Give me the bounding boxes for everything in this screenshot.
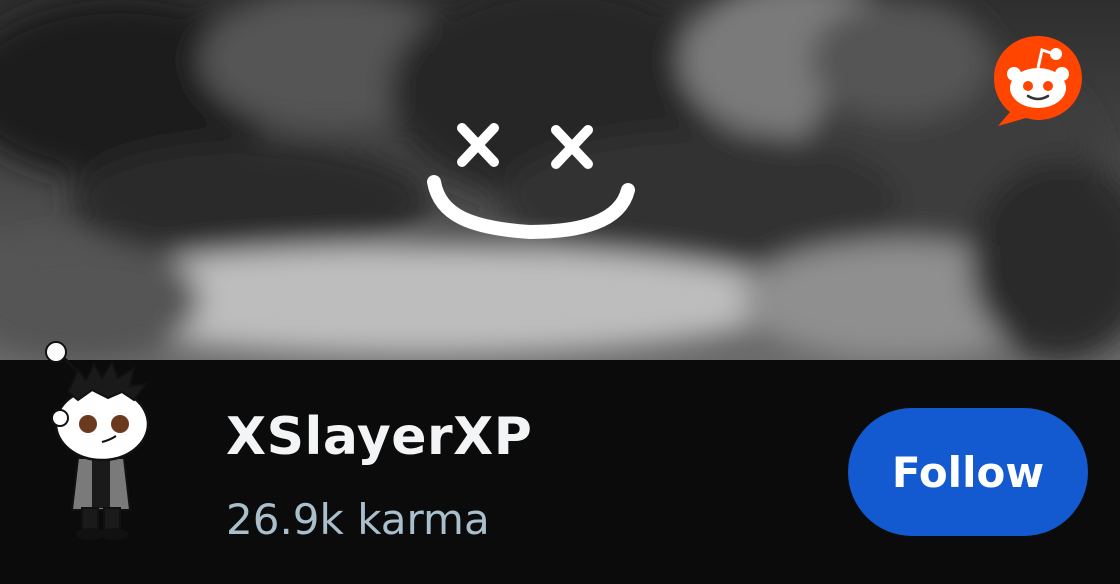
snoo-avatar-icon[interactable]: [38, 340, 168, 550]
karma-count: 26.9k karma: [226, 495, 490, 544]
profile-banner: [0, 0, 1120, 360]
username: XSlayerXP: [226, 407, 533, 467]
follow-button[interactable]: Follow: [848, 408, 1088, 536]
profile-card: XSlayerXP 26.9k karma Follow: [0, 0, 1120, 584]
banner-image: [0, 0, 1120, 360]
reddit-logo-icon[interactable]: [990, 32, 1086, 130]
